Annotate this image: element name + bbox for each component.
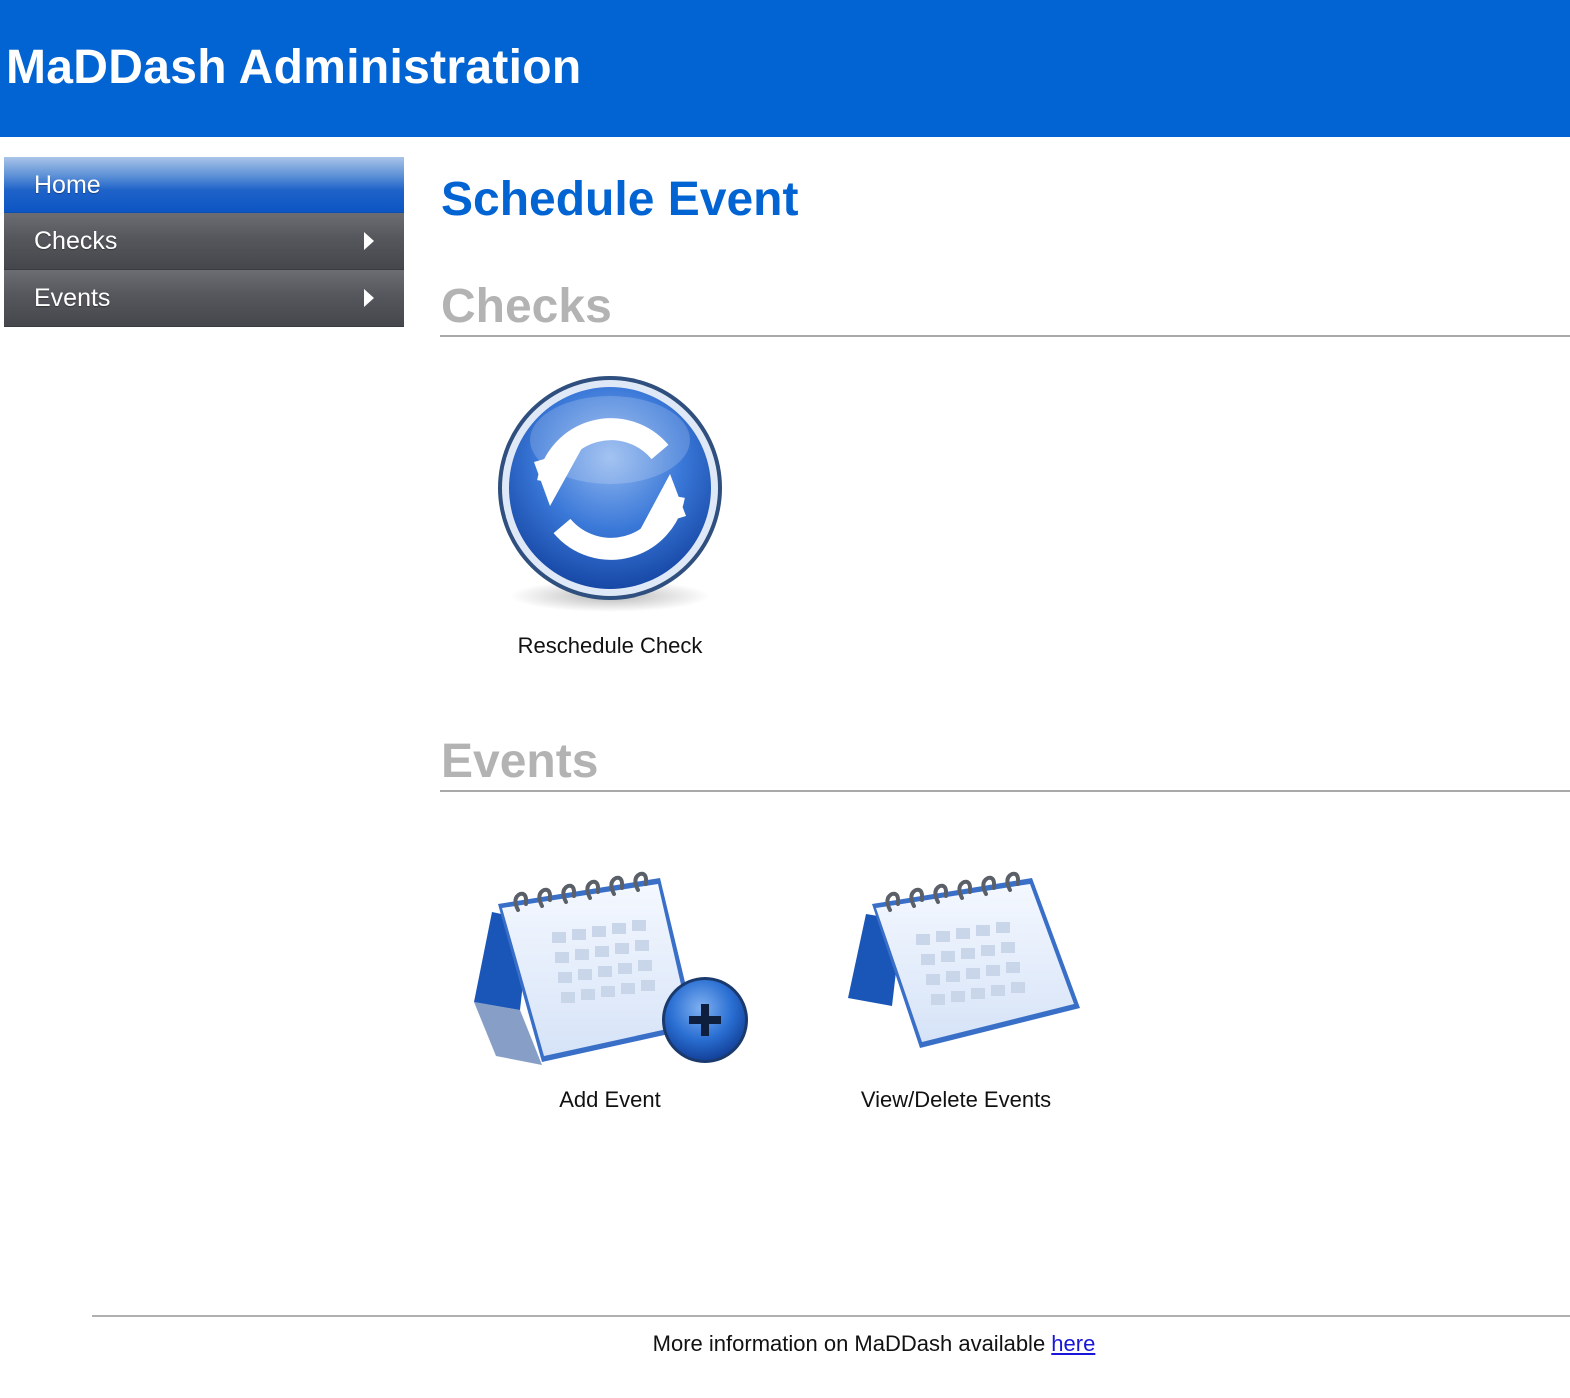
sidebar-item-label: Home	[34, 171, 101, 199]
tile-label: View/Delete Events	[860, 1087, 1052, 1112]
chevron-right-icon	[364, 289, 374, 307]
view-delete-events-tile[interactable]: View/Delete Events	[826, 858, 1086, 1120]
section-heading-events: Events	[440, 734, 1570, 792]
footer-text: More information on MaDDash available	[652, 1331, 1052, 1356]
footer-divider	[92, 1315, 1570, 1317]
sidebar-item-label: Events	[34, 284, 111, 312]
sidebar-item-home[interactable]: Home	[4, 157, 404, 213]
chevron-right-icon	[364, 232, 374, 250]
sidebar-item-label: Checks	[34, 227, 118, 255]
add-event-tile[interactable]: Add Event	[462, 860, 758, 1120]
sidebar-menu: Home Checks Events	[4, 157, 404, 327]
app-title: MaDDash Administration	[6, 41, 582, 94]
refresh-icon	[498, 376, 722, 612]
footer: More information on MaDDash available he…	[0, 1330, 1570, 1358]
calendar-add-icon	[474, 871, 748, 1065]
reschedule-check-tile[interactable]: Reschedule Check	[470, 370, 750, 670]
page-title: Schedule Event	[441, 173, 799, 226]
more-info-link[interactable]: here	[1051, 1331, 1095, 1356]
tile-label: Reschedule Check	[517, 633, 703, 658]
header-bar: MaDDash Administration	[0, 0, 1570, 137]
section-heading-checks: Checks	[440, 279, 1570, 337]
calendar-icon	[848, 871, 1080, 1048]
sidebar-item-checks[interactable]: Checks	[4, 213, 404, 270]
sidebar-item-events[interactable]: Events	[4, 270, 404, 327]
tile-label: Add Event	[559, 1087, 661, 1112]
